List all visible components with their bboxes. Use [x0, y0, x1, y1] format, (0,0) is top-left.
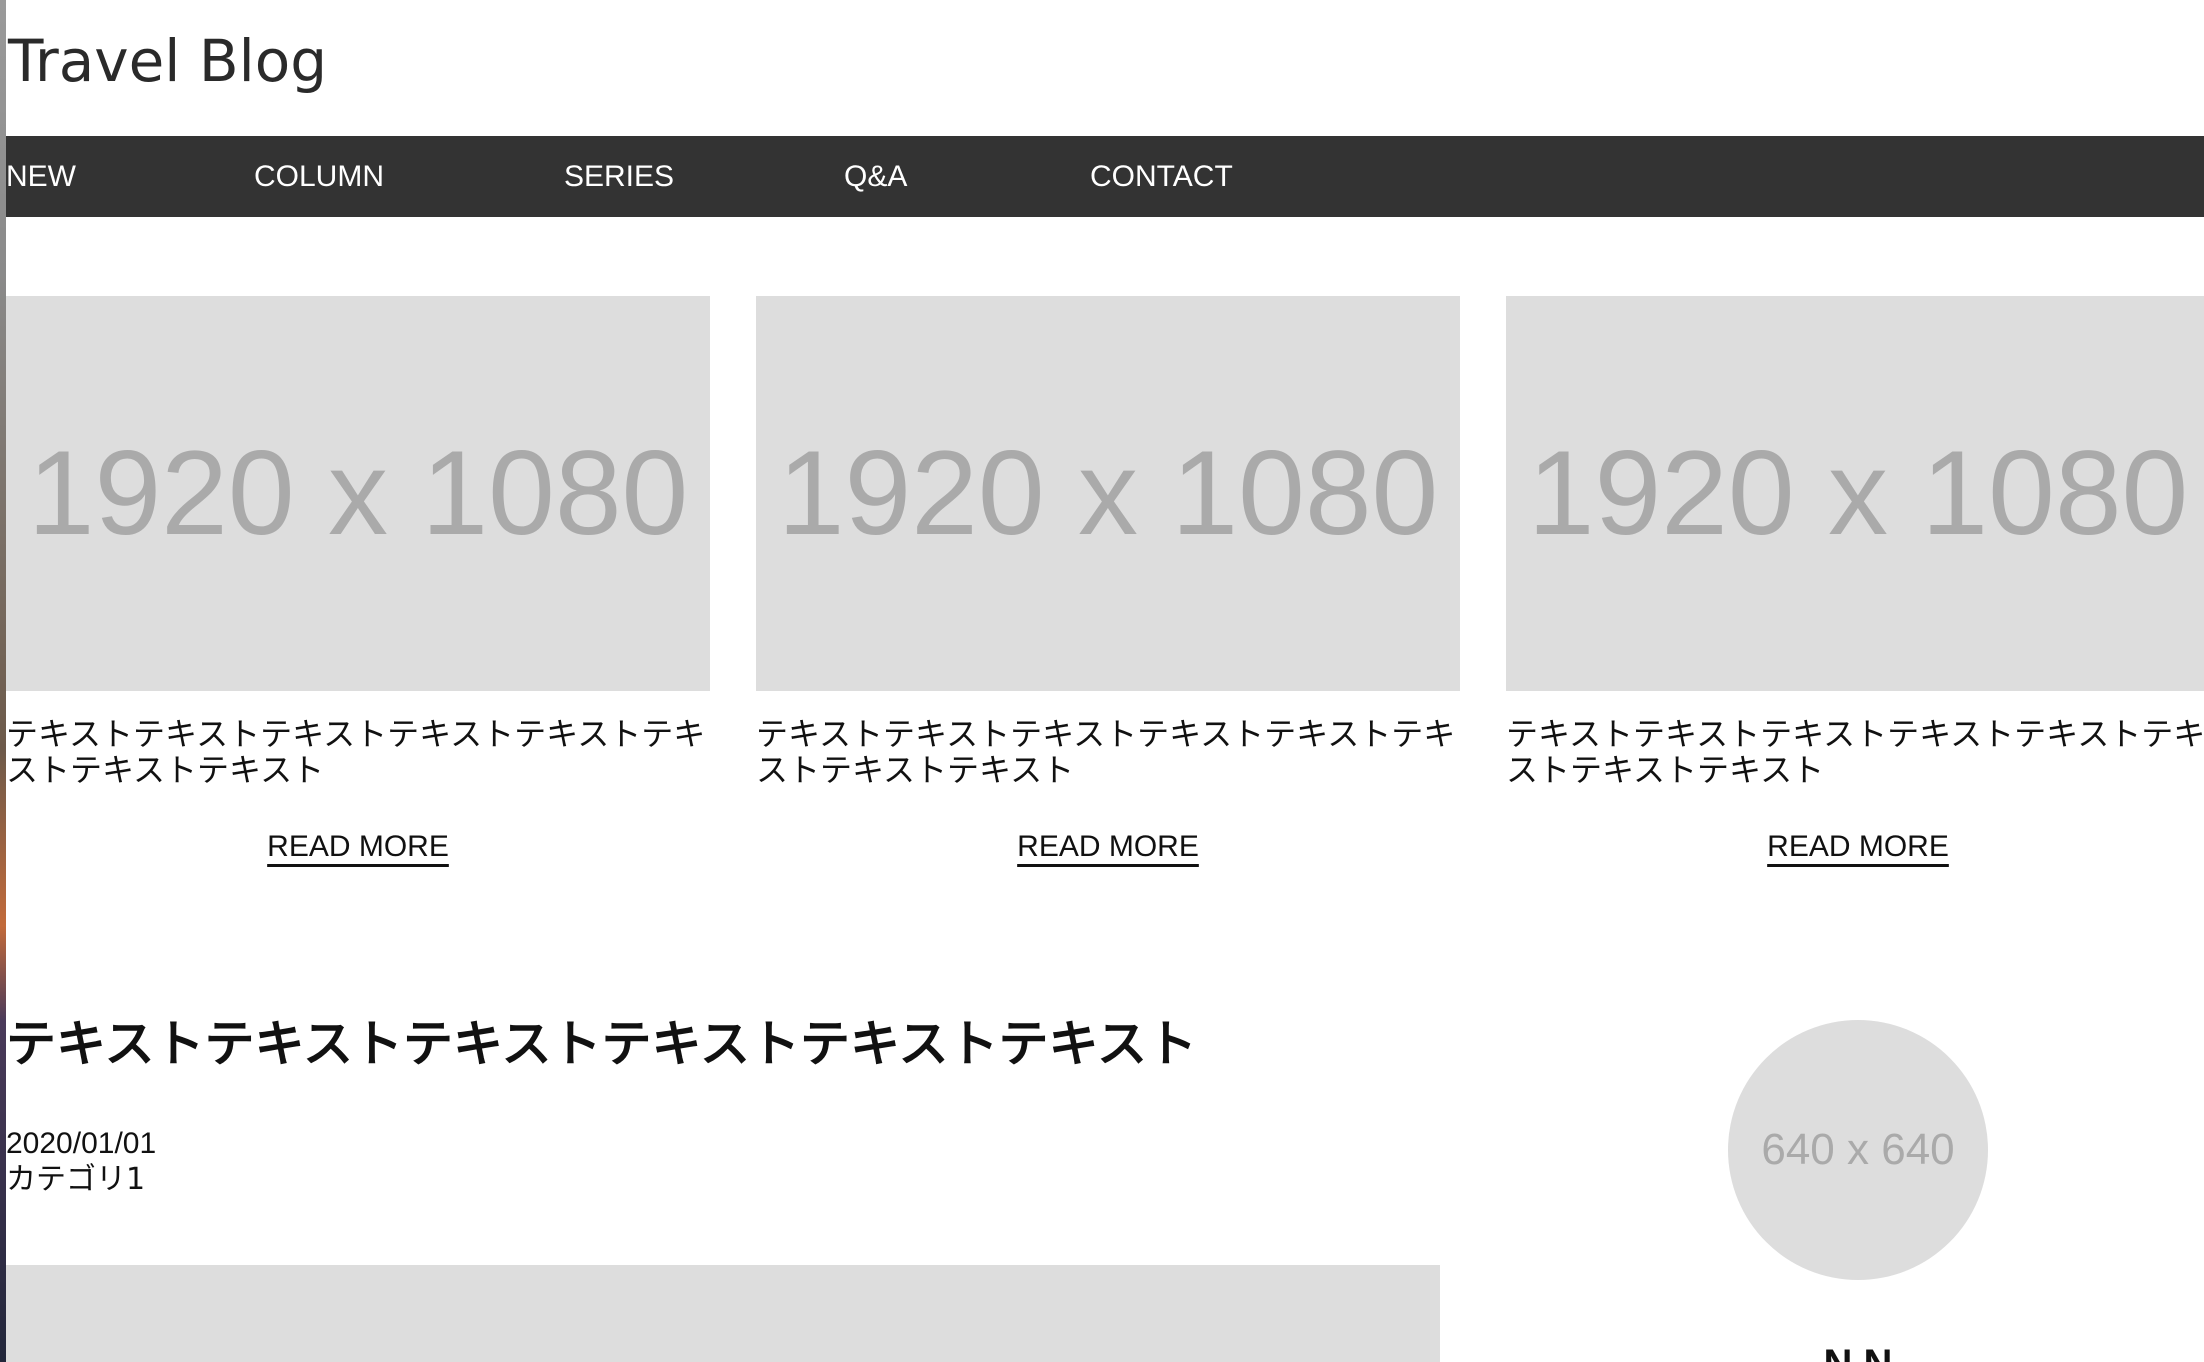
- article-title: テキストテキストテキストテキストテキストテキスト: [6, 1015, 1197, 1073]
- article-image: [6, 1265, 1440, 1362]
- profile-name: N N: [1728, 1340, 1988, 1362]
- card-excerpt: テキストテキストテキストテキストテキストテキストテキストテキスト: [756, 715, 1456, 789]
- read-more-link[interactable]: READ MORE: [1017, 830, 1199, 863]
- card-image-placeholder-label: 1920 x 1080: [1527, 426, 2189, 560]
- card-image-placeholder-label: 1920 x 1080: [27, 426, 689, 560]
- main-nav: NEW COLUMN SERIES Q&A CONTACT: [6, 136, 2204, 217]
- nav-item-column[interactable]: COLUMN: [254, 136, 384, 217]
- read-more-container: READ MORE: [1506, 830, 2204, 864]
- nav-item-qa[interactable]: Q&A: [844, 136, 907, 217]
- read-more-link[interactable]: READ MORE: [1767, 830, 1949, 863]
- nav-item-series[interactable]: SERIES: [564, 136, 674, 217]
- nav-item-new[interactable]: NEW: [6, 136, 76, 217]
- card-excerpt: テキストテキストテキストテキストテキストテキストテキストテキスト: [6, 715, 706, 789]
- card-image[interactable]: 1920 x 1080: [1506, 296, 2204, 691]
- avatar: 640 x 640: [1728, 1020, 1988, 1280]
- read-more-link[interactable]: READ MORE: [267, 830, 449, 863]
- avatar-placeholder-label: 640 x 640: [1761, 1125, 1955, 1174]
- card-image[interactable]: 1920 x 1080: [6, 296, 710, 691]
- read-more-container: READ MORE: [6, 830, 710, 864]
- card-image-placeholder-label: 1920 x 1080: [777, 426, 1439, 560]
- card-excerpt: テキストテキストテキストテキストテキストテキストテキストテキスト: [1506, 715, 2204, 789]
- article-category[interactable]: カテゴリ1: [6, 1162, 145, 1198]
- article-date: 2020/01/01: [6, 1127, 157, 1160]
- read-more-container: READ MORE: [756, 830, 1460, 864]
- page: Travel Blog NEW COLUMN SERIES Q&A CONTAC…: [0, 0, 2204, 1362]
- card-image[interactable]: 1920 x 1080: [756, 296, 1460, 691]
- nav-item-contact[interactable]: CONTACT: [1090, 136, 1233, 217]
- site-title[interactable]: Travel Blog: [8, 22, 327, 100]
